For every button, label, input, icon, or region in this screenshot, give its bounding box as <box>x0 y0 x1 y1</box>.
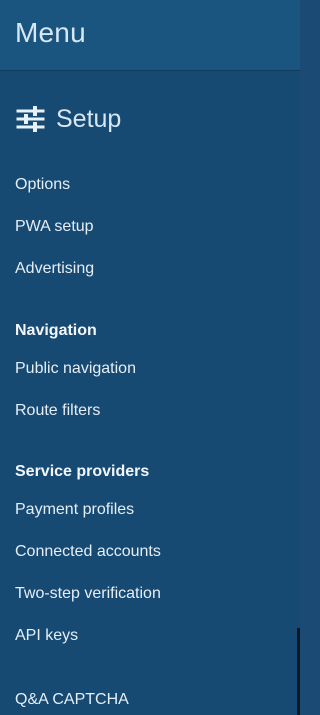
sliders-icon <box>16 106 45 132</box>
menu-title: Menu <box>15 17 86 48</box>
menu-item-public-navigation[interactable]: Public navigation <box>15 359 136 379</box>
menu-item-connected-accounts[interactable]: Connected accounts <box>15 542 161 562</box>
navigation-group-title: Navigation <box>15 322 97 339</box>
menu-item-options[interactable]: Options <box>15 175 70 195</box>
menu-item-two-step-verification[interactable]: Two-step verification <box>15 584 161 604</box>
right-edge-divider <box>297 628 300 715</box>
menu-panel: Menu Setup Options PWA setup Advertising… <box>0 0 300 715</box>
setup-section-header: Setup <box>15 100 121 138</box>
menu-header: Menu <box>0 0 300 70</box>
menu-item-route-filters[interactable]: Route filters <box>15 401 100 421</box>
menu-item-payment-profiles[interactable]: Payment profiles <box>15 500 134 520</box>
setup-section-label: Setup <box>56 105 122 133</box>
menu-item-api-keys[interactable]: API keys <box>15 626 78 646</box>
menu-item-advertising[interactable]: Advertising <box>15 259 94 279</box>
menu-item-qa-captcha[interactable]: Q&A CAPTCHA <box>15 690 129 710</box>
menu-item-pwa-setup[interactable]: PWA setup <box>15 217 94 237</box>
service-providers-group-title: Service providers <box>15 463 150 480</box>
